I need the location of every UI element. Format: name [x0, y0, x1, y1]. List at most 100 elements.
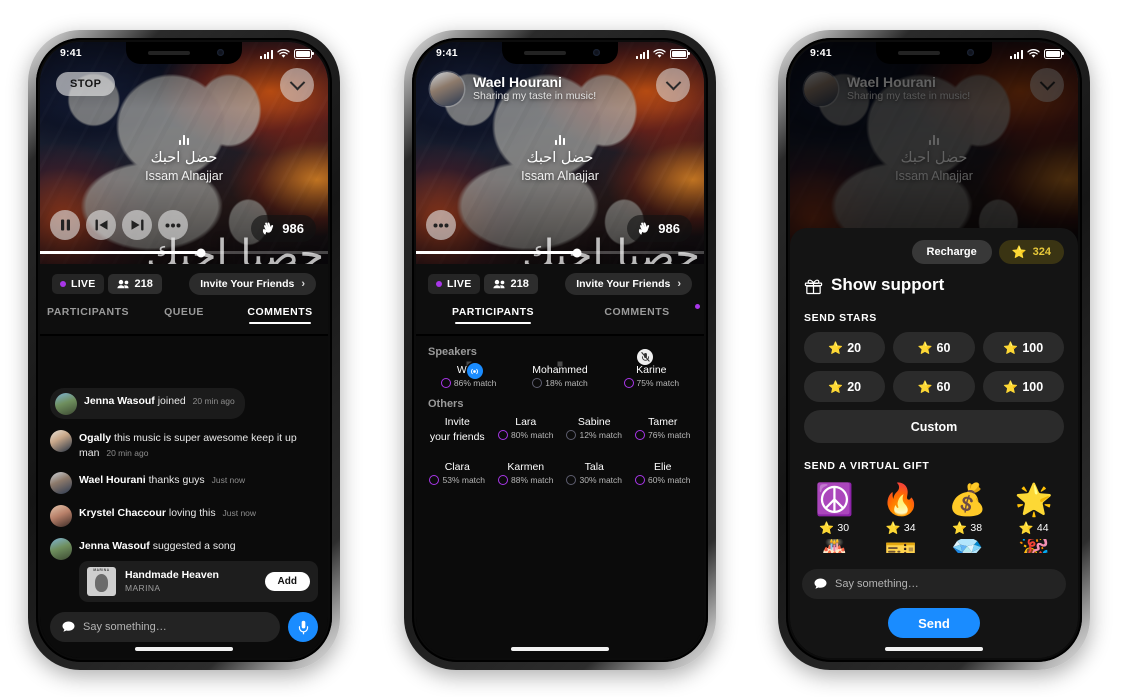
gift-option[interactable]: 🔥 ⭐ 34 [871, 480, 932, 534]
participant-cell[interactable]: Clara 53% match [424, 461, 491, 486]
unread-dot-icon [695, 304, 700, 309]
chevron-down-icon[interactable] [280, 68, 314, 102]
playback-progress-bar[interactable] [40, 248, 328, 257]
more-options-button[interactable] [426, 210, 456, 240]
participant-cell[interactable]: Elie 60% match [630, 461, 697, 486]
star-icon: ⭐ [917, 379, 933, 394]
gift-grid-row-2[interactable]: 🎂 🎫 💎 🎉 [804, 539, 1064, 553]
battery-icon [1044, 49, 1064, 59]
hero-artwork: حصبا احبك 9:41 STOP حضل احبك Issam Alnaj… [40, 42, 328, 264]
tab-bar: PARTICIPANTS COMMENTS [416, 304, 704, 334]
notch [502, 42, 618, 64]
gift-option[interactable]: ☮️ ⭐ 30 [804, 480, 865, 534]
participants-panel: Speakers Wael 86% match [416, 336, 704, 658]
hero-artwork: حصبا احبك 9:41 Wael Hourani Sharing my t… [416, 42, 704, 264]
people-icon [116, 279, 129, 289]
viewer-count: 218 [483, 274, 538, 294]
participant-cell[interactable]: Tala 30% match [561, 461, 628, 486]
stop-button[interactable]: STOP [56, 72, 116, 96]
participant-cell[interactable]: Karmen 88% match [493, 461, 560, 486]
comment-author: Jenna Wasouf [84, 395, 155, 407]
progress-knob[interactable] [572, 248, 582, 257]
cake-icon: 🎂 [804, 539, 865, 553]
star-icon: ⭐ [1003, 379, 1019, 394]
page-title: Show support [804, 275, 1064, 295]
song-artist: MARINA [125, 583, 161, 594]
wifi-icon [277, 49, 290, 58]
list-item: Ogally this music is super awesome keep … [50, 429, 318, 461]
pause-button[interactable] [50, 210, 80, 240]
send-button[interactable]: Send [888, 608, 980, 638]
chevron-down-icon[interactable] [656, 68, 690, 102]
comment-author: Krystel Chaccour [79, 506, 166, 519]
viewer-count-value: 218 [510, 278, 529, 290]
star-option-button[interactable]: ⭐ 100 [982, 332, 1064, 363]
previous-button[interactable] [86, 210, 116, 240]
others-label: Others [428, 398, 464, 410]
star-balance-pill[interactable]: ⭐ 324 [998, 240, 1064, 264]
comment-time: Just now [211, 474, 246, 485]
tab-comments-label: COMMENTS [247, 306, 313, 318]
tab-comments[interactable]: COMMENTS [570, 304, 704, 318]
star-icon: ⭐ [1011, 245, 1027, 259]
coin-icon: 💰 [947, 482, 987, 518]
gift-option[interactable]: 🌟 ⭐ 44 [1004, 480, 1065, 534]
host-info[interactable]: Wael Hourani Sharing my taste in music! [430, 72, 596, 106]
star-options-row-2: ⭐ 20 ⭐ 60 ⭐ 100 [804, 371, 1064, 402]
add-song-button[interactable]: Add [264, 571, 310, 591]
participant-cell[interactable]: Sabine 12% match [561, 416, 628, 446]
participant-name: Elie [653, 461, 672, 474]
live-dot-icon [436, 281, 442, 287]
playback-progress-bar[interactable] [416, 248, 704, 257]
speaker-cell[interactable]: Karine 75% match [609, 349, 694, 388]
progress-knob[interactable] [196, 248, 206, 257]
virtual-gift-label: SEND A VIRTUAL GIFT [804, 460, 930, 472]
invite-friends-button[interactable]: Invite Your Friends › [189, 273, 316, 295]
microphone-button[interactable] [288, 612, 318, 642]
speaker-name: Mohammed [532, 364, 588, 376]
comment-text: loving this [168, 506, 216, 519]
phone-mockup-support: 9:41 Wael Hourani Sharing my taste in mu… [778, 30, 1090, 670]
star-balance-value: 324 [1032, 246, 1051, 258]
say-something-input[interactable]: Say something… [50, 612, 280, 642]
invite-friends-button[interactable]: Invite Your Friends › [565, 273, 692, 295]
gift-grid: ☮️ ⭐ 30 🔥 ⭐ 34 💰 ⭐ 38 🌟 ⭐ 44 [804, 480, 1064, 534]
star-option-button[interactable]: ⭐ 100 [982, 371, 1064, 402]
more-options-button[interactable] [158, 210, 188, 240]
participant-cell[interactable]: Tamer 76% match [630, 416, 697, 446]
star-option-button[interactable]: ⭐ 60 [893, 371, 975, 402]
say-something-input[interactable]: Say something… [802, 569, 1066, 599]
tab-comments[interactable]: COMMENTS [232, 304, 328, 324]
tab-participants[interactable]: PARTICIPANTS [416, 304, 570, 324]
session-info-bar: LIVE 218 Invite Your Friends › [416, 264, 704, 304]
gift-option[interactable]: 💰 ⭐ 38 [937, 480, 998, 534]
comment-list[interactable]: Jenna Wasouf joined 20 min ago Ogally th… [40, 388, 328, 602]
speaker-cell[interactable]: Wael 86% match [426, 363, 511, 388]
invite-friends-cell[interactable]: + Invite your friends [424, 416, 491, 446]
song-suggestion-card[interactable]: MARINA Handmade Heaven MARINA Add [79, 560, 318, 602]
equalizer-icon [40, 134, 328, 145]
player-controls [426, 210, 456, 240]
comment-text: suggested a song [152, 539, 236, 552]
clap-counter[interactable]: 986 [627, 215, 692, 242]
star-option-button[interactable]: ⭐ 20 [804, 371, 886, 402]
gift-price: 38 [970, 522, 983, 534]
participant-name: Tala [584, 461, 604, 474]
status-time: 9:41 [60, 47, 82, 59]
battery-icon [670, 49, 690, 59]
cellular-icon [636, 50, 649, 59]
star-option-button[interactable]: ⭐ 20 [804, 332, 886, 363]
participant-cell[interactable]: Lara 80% match [493, 416, 560, 446]
speaker-cell[interactable]: Mohammed 18% match [517, 364, 602, 388]
participant-name: Sabine [577, 416, 611, 428]
custom-amount-button[interactable]: Custom [804, 410, 1064, 443]
phone-bezel: حصبا احبك 9:41 Wael Hourani Sharing my t… [412, 38, 708, 662]
clap-counter[interactable]: 986 [251, 215, 316, 242]
tab-queue[interactable]: QUEUE [136, 304, 232, 318]
star-option-button[interactable]: ⭐ 60 [893, 332, 975, 363]
tab-participants[interactable]: PARTICIPANTS [40, 304, 136, 318]
star-icon: ⭐ [952, 521, 968, 535]
next-button[interactable] [122, 210, 152, 240]
recharge-button[interactable]: Recharge [911, 240, 992, 264]
participant-name: Clara [444, 461, 470, 474]
